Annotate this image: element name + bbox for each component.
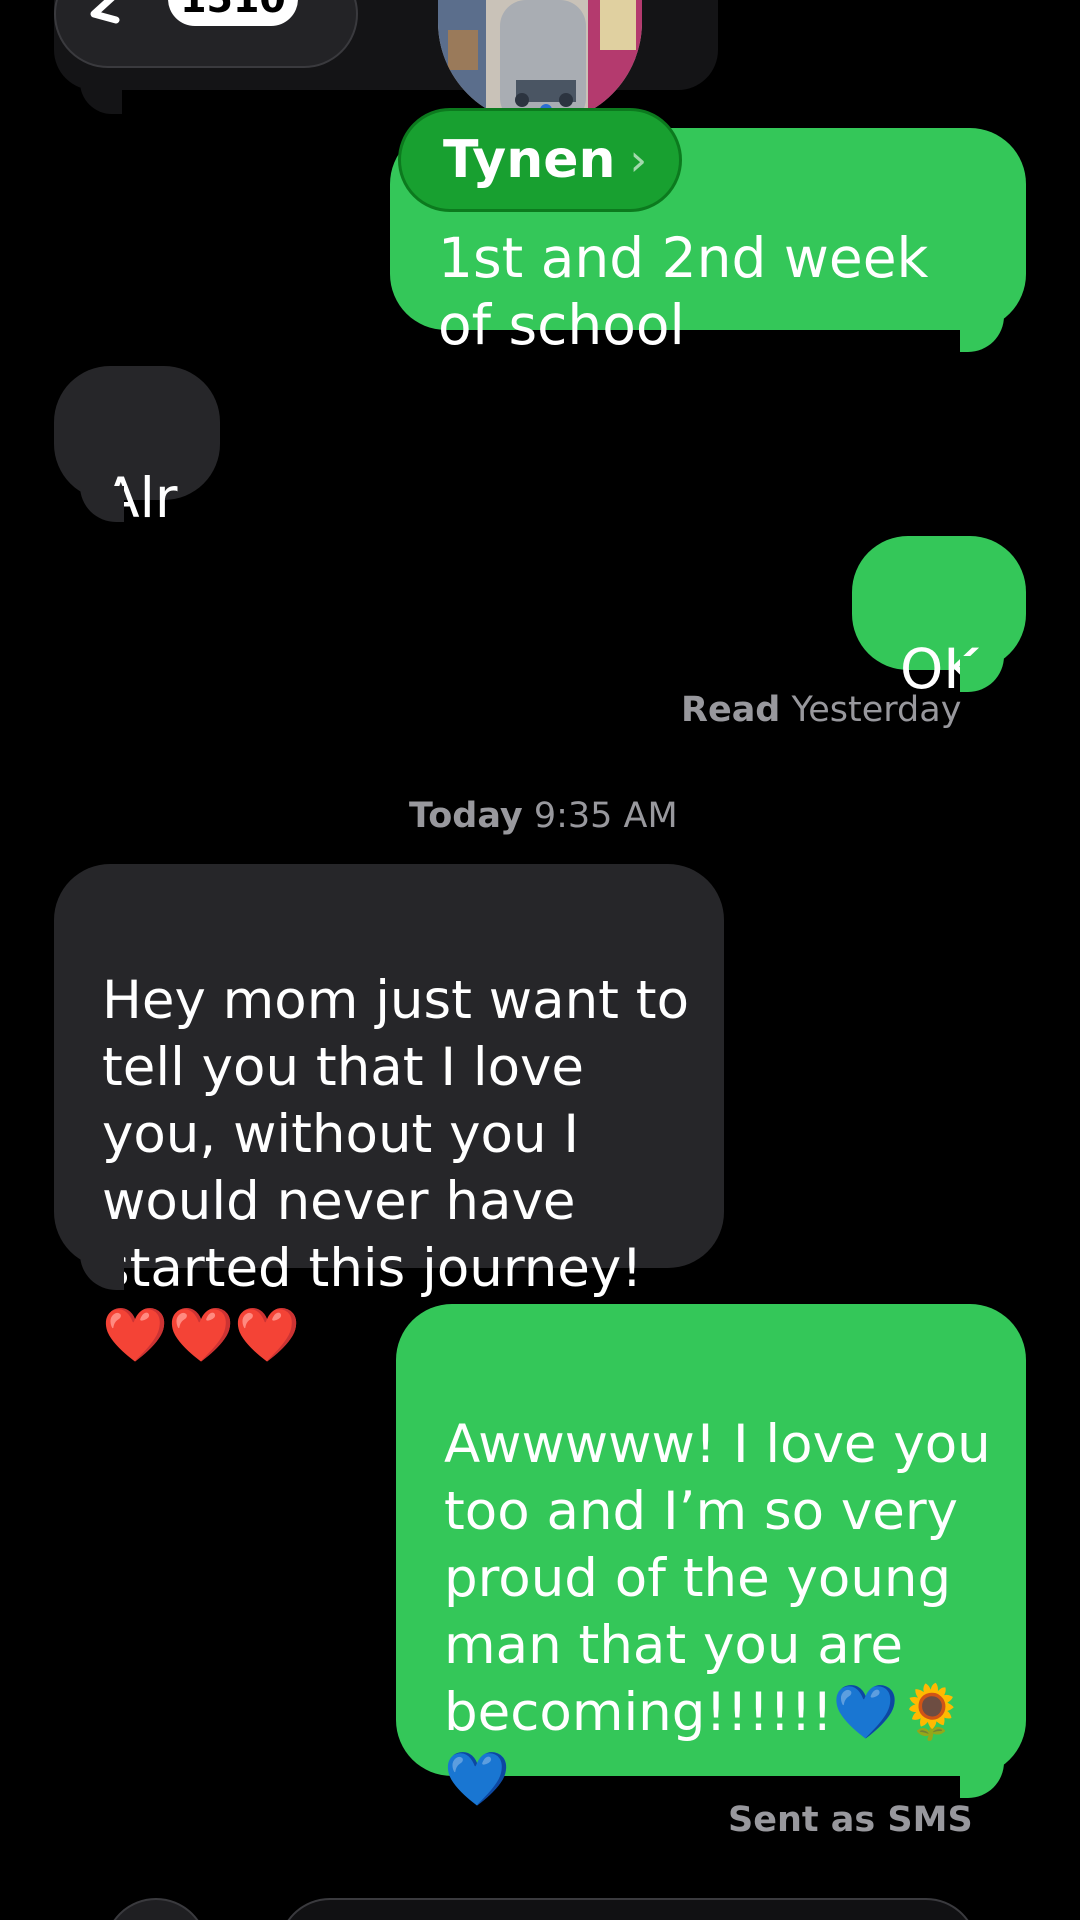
contact-name: Tynen [443, 130, 616, 190]
sms-status: Sent as SMS [728, 1800, 973, 1840]
read-time: Yesterday [791, 690, 962, 730]
message-input[interactable] [278, 1898, 978, 1920]
chevron-right-icon: › [629, 134, 648, 186]
contact-name-button[interactable]: Tynen › [398, 108, 682, 212]
read-label: Read [681, 690, 781, 730]
previous-message-tail [80, 82, 122, 114]
bubble-tail [80, 486, 124, 522]
message-text: 1st and 2nd week of school [438, 226, 929, 357]
read-receipt: Read Yesterday [681, 690, 961, 730]
bubble-tail [960, 656, 1004, 692]
avatar-photo [438, 0, 642, 124]
messages-screen: 1510 1st and 2nd week of school Tynen › … [0, 0, 1080, 1920]
timestamp: Today 9:35 AM [409, 796, 678, 836]
plus-button[interactable] [104, 1898, 208, 1920]
bubble-tail [960, 316, 1004, 352]
timestamp-time: 9:35 AM [533, 796, 678, 836]
timestamp-day: Today [409, 796, 523, 836]
message-bubble-outgoing[interactable]: OK [852, 536, 1026, 701]
bubble-tail [960, 1762, 1004, 1798]
message-bubble-outgoing[interactable]: Awwwww! I love you too and I’m so very p… [396, 1304, 1026, 1810]
message-bubble-incoming[interactable]: Alr [54, 366, 220, 530]
message-text: Awwwww! I love you too and I’m so very p… [444, 1414, 991, 1810]
contact-avatar[interactable] [438, 0, 642, 124]
message-bubble-incoming[interactable]: Hey mom just want to tell you that I lov… [54, 864, 724, 1366]
bubble-tail [80, 1254, 124, 1290]
unread-count-badge: 1510 [168, 0, 298, 26]
back-chevron-icon [90, 0, 120, 24]
sms-status-label: Sent as SMS [728, 1800, 973, 1840]
